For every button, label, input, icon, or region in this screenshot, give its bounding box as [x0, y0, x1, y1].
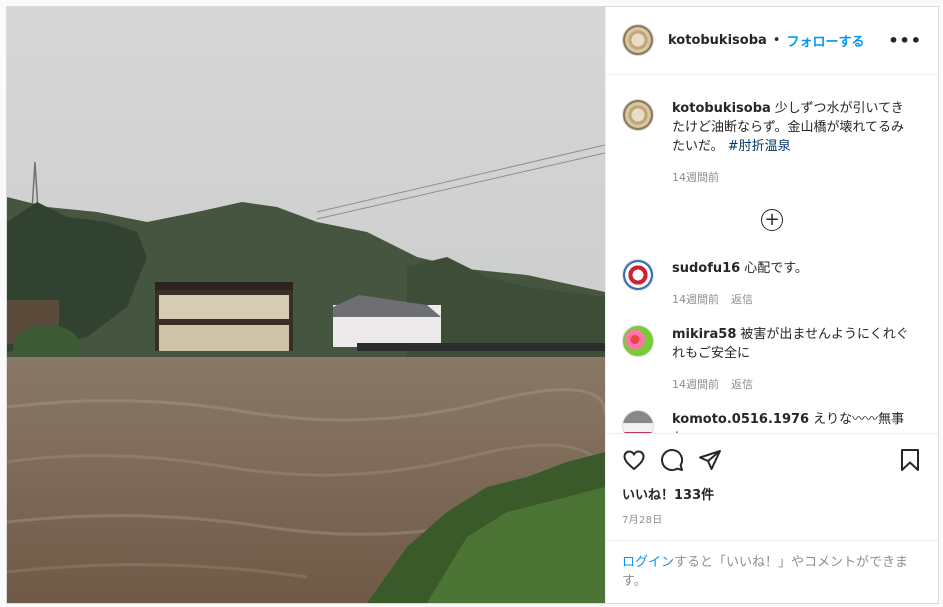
caption-meta: 14週間前: [672, 168, 912, 187]
comment-item: komoto.0516.1976えりな〰〰無事かぁ: [622, 409, 922, 433]
comment-text: 心配です。: [744, 260, 808, 276]
login-link[interactable]: ログイン: [622, 555, 674, 570]
avatar[interactable]: [622, 98, 654, 131]
load-more-comments[interactable]: +: [622, 208, 922, 231]
avatar[interactable]: [622, 24, 654, 57]
comment-username[interactable]: komoto.0516.1976: [672, 412, 809, 427]
likes-label: いいね！: [622, 488, 675, 503]
caption-username[interactable]: kotobukisoba: [672, 101, 771, 116]
reply-button[interactable]: 返信: [731, 378, 753, 391]
post-photo[interactable]: [7, 7, 605, 603]
post-header: kotobukisoba • フォローする •••: [606, 7, 938, 75]
comment-icon[interactable]: [660, 448, 684, 476]
hashtag-link[interactable]: #肘折温泉: [728, 139, 791, 154]
post-sidebar: kotobukisoba • フォローする ••• kotobukisoba 少し…: [605, 7, 938, 603]
avatar[interactable]: [622, 409, 654, 433]
more-options-icon[interactable]: •••: [888, 31, 922, 50]
caption-time[interactable]: 14週間前: [672, 171, 719, 184]
comment-username[interactable]: mikira58: [672, 327, 736, 342]
heart-icon[interactable]: [622, 448, 646, 476]
avatar[interactable]: [622, 324, 654, 357]
post-container: kotobukisoba • フォローする ••• kotobukisoba 少し…: [6, 6, 939, 604]
comment-time[interactable]: 14週間前: [672, 378, 719, 391]
plus-circle-icon[interactable]: +: [761, 208, 783, 231]
comment-meta: 14週間前 返信: [672, 290, 912, 309]
comment-item: mikira58 被害が出ませんようにくれぐれもご安全に 14週間前 返信: [622, 324, 922, 394]
separator-dot: •: [772, 32, 781, 48]
login-prompt: ログインすると「いいね！」やコメントができます。: [606, 540, 938, 603]
bookmark-icon[interactable]: [898, 448, 922, 476]
author-username[interactable]: kotobukisoba: [668, 33, 767, 48]
reply-button[interactable]: 返信: [731, 293, 753, 306]
likes-number: 133件: [674, 488, 715, 503]
share-icon[interactable]: [698, 448, 722, 476]
comment-meta: 14週間前 返信: [672, 375, 912, 394]
action-icons: [622, 442, 922, 482]
post-actions: いいね！133件 7月28日: [606, 433, 938, 526]
comment-username[interactable]: sudofu16: [672, 261, 740, 276]
comments-list[interactable]: kotobukisoba 少しずつ水が引いてきたけど油断ならず。金山橋が壊れてるみ…: [606, 75, 938, 433]
comment-item: sudofu16 心配です。 14週間前 返信: [622, 258, 922, 309]
flood-photo: [7, 7, 605, 603]
avatar[interactable]: [622, 258, 654, 291]
post-date[interactable]: 7月28日: [622, 511, 922, 526]
comment-time[interactable]: 14週間前: [672, 293, 719, 306]
likes-count[interactable]: いいね！133件: [622, 484, 922, 503]
caption: kotobukisoba 少しずつ水が引いてきたけど油断ならず。金山橋が壊れてるみ…: [622, 98, 922, 187]
follow-button[interactable]: フォローする: [786, 31, 864, 50]
